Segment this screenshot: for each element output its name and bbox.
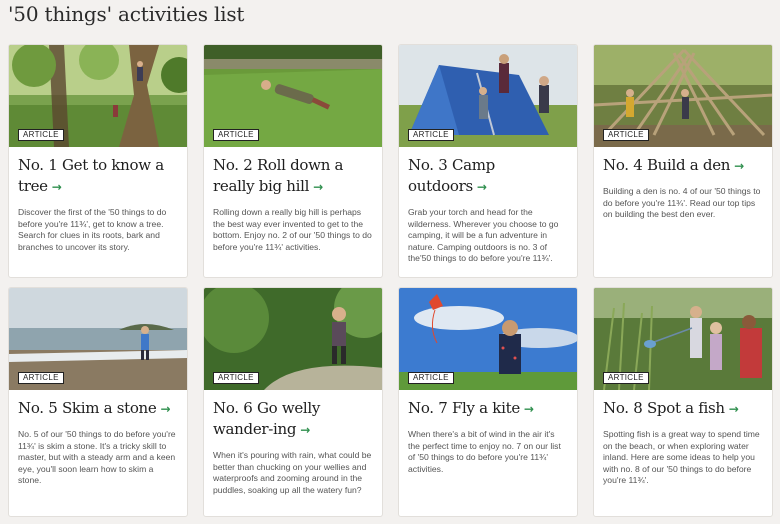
arrow-right-icon: → [728, 402, 739, 416]
card-description: When there's a bit of wind in the air it… [408, 429, 561, 474]
card-title[interactable]: No. 1 Get to know a tree → [9, 147, 187, 198]
activities-grid: ARTICLE No. 1 Get to know a tree → Discov… [8, 44, 778, 517]
article-badge: ARTICLE [603, 129, 649, 141]
card-description: Rolling down a really big hill is perhap… [213, 207, 372, 252]
article-badge: ARTICLE [18, 129, 64, 141]
activity-card[interactable]: ARTICLE No. 8 Spot a fish → Spotting fish… [593, 287, 773, 517]
card-image[interactable]: ARTICLE [9, 45, 187, 147]
card-title[interactable]: No. 2 Roll down a really big hill → [204, 147, 382, 198]
activity-card[interactable]: ARTICLE No. 3 Camp outdoors → Grab your t… [398, 44, 578, 278]
card-image[interactable]: ARTICLE [399, 288, 577, 390]
card-description: No. 5 of our '50 things to do before you… [18, 429, 176, 486]
arrow-right-icon: → [160, 402, 171, 416]
card-image[interactable]: ARTICLE [399, 45, 577, 147]
article-badge: ARTICLE [213, 372, 259, 384]
article-badge: ARTICLE [408, 129, 454, 141]
arrow-right-icon: → [734, 159, 744, 173]
article-badge: ARTICLE [213, 129, 259, 141]
page-title: '50 things' activities list [8, 2, 245, 26]
card-description: Spotting fish is a great way to spend ti… [603, 429, 760, 486]
card-image[interactable]: ARTICLE [594, 288, 772, 390]
card-title[interactable]: No. 7 Fly a kite → [399, 390, 577, 420]
arrow-right-icon: → [523, 402, 534, 416]
card-title[interactable]: No. 6 Go welly wander-ing → [204, 390, 382, 441]
card-image[interactable]: ARTICLE [594, 45, 772, 147]
card-image[interactable]: ARTICLE [204, 45, 382, 147]
activity-card[interactable]: ARTICLE No. 7 Fly a kite → When there's a… [398, 287, 578, 517]
activity-card[interactable]: ARTICLE No. 6 Go welly wander-ing → When … [203, 287, 383, 517]
card-description: Discover the first of the '50 things to … [18, 207, 167, 252]
article-badge: ARTICLE [18, 372, 64, 384]
arrow-right-icon: → [476, 180, 487, 194]
arrow-right-icon: → [313, 180, 323, 194]
arrow-right-icon: → [51, 180, 62, 194]
card-title[interactable]: No. 8 Spot a fish → [594, 390, 772, 420]
article-badge: ARTICLE [603, 372, 649, 384]
card-title[interactable]: No. 4 Build a den → [594, 147, 772, 177]
card-image[interactable]: ARTICLE [9, 288, 187, 390]
card-description: Building a den is no. 4 of our '50 thing… [603, 186, 761, 220]
activity-card[interactable]: ARTICLE No. 4 Build a den → Building a de… [593, 44, 773, 278]
card-image[interactable]: ARTICLE [204, 288, 382, 390]
card-description: Grab your torch and head for the wildern… [408, 207, 559, 264]
card-title[interactable]: No. 5 Skim a stone → [9, 390, 187, 420]
arrow-right-icon: → [300, 423, 310, 437]
card-description: When it's pouring with rain, what could … [213, 450, 372, 495]
article-badge: ARTICLE [408, 372, 454, 384]
activity-card[interactable]: ARTICLE No. 5 Skim a stone → No. 5 of our… [8, 287, 188, 517]
activity-card[interactable]: ARTICLE No. 1 Get to know a tree → Discov… [8, 44, 188, 278]
activity-card[interactable]: ARTICLE No. 2 Roll down a really big hil… [203, 44, 383, 278]
card-title[interactable]: No. 3 Camp outdoors → [399, 147, 577, 198]
